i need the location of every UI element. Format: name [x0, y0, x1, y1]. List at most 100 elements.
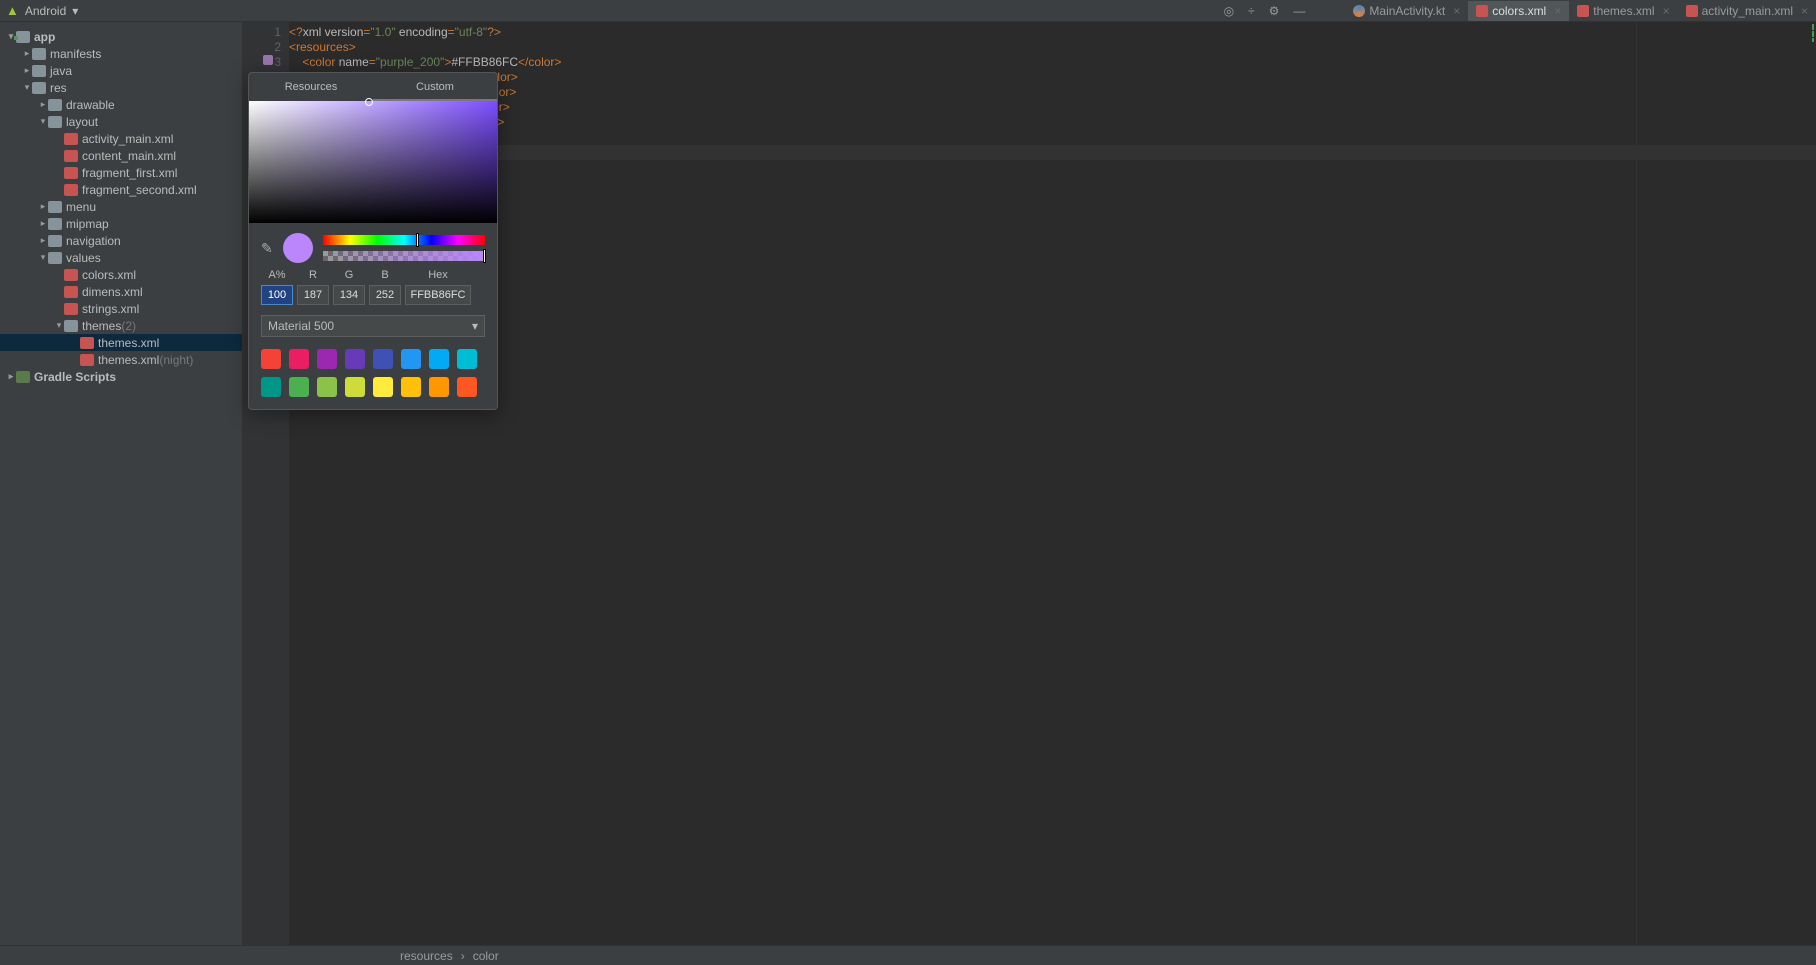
- editor-minimap[interactable]: [1636, 22, 1816, 945]
- xml-file-icon: [64, 167, 78, 179]
- tree-node[interactable]: fragment_first.xml: [0, 164, 242, 181]
- xml-file-icon: [64, 150, 78, 162]
- tree-node[interactable]: ▾themes (2): [0, 317, 242, 334]
- red-input[interactable]: [297, 285, 329, 305]
- blue-input[interactable]: [369, 285, 401, 305]
- editor-tab[interactable]: themes.xml ×: [1569, 1, 1677, 21]
- chevron-down-icon[interactable]: ▾: [72, 4, 78, 18]
- tab-label: colors.xml: [1492, 4, 1546, 18]
- palette-swatch[interactable]: [261, 349, 281, 369]
- expand-arrow-icon[interactable]: ▸: [38, 235, 48, 246]
- palette-swatch[interactable]: [401, 349, 421, 369]
- tree-node[interactable]: ▸java: [0, 62, 242, 79]
- code-line[interactable]: eal_200">#FF03DAC5</color>: [289, 100, 1816, 115]
- expand-arrow-icon[interactable]: ▸: [38, 99, 48, 110]
- tree-node[interactable]: fragment_second.xml: [0, 181, 242, 198]
- saturation-cursor[interactable]: [365, 98, 373, 106]
- expand-arrow-icon[interactable]: ▸: [22, 48, 32, 59]
- editor-tab[interactable]: activity_main.xml×: [1678, 1, 1816, 21]
- close-icon[interactable]: ×: [1554, 4, 1561, 18]
- code-line[interactable]: eal_700">#FF018786</color>: [289, 115, 1816, 130]
- eyedropper-icon[interactable]: ✎: [261, 240, 273, 257]
- green-input[interactable]: [333, 285, 365, 305]
- palette-dropdown[interactable]: Material 500 ▾: [261, 315, 485, 337]
- breadcrumb-item[interactable]: color: [473, 949, 499, 963]
- divider-icon[interactable]: ÷: [1248, 4, 1255, 18]
- custom-tab[interactable]: Custom: [373, 73, 497, 101]
- close-icon[interactable]: ×: [1801, 4, 1808, 18]
- palette-swatch[interactable]: [345, 377, 365, 397]
- palette-swatch[interactable]: [373, 349, 393, 369]
- saturation-brightness-field[interactable]: [249, 101, 497, 223]
- palette-swatch[interactable]: [457, 377, 477, 397]
- tree-node[interactable]: themes.xml: [0, 334, 242, 351]
- expand-arrow-icon[interactable]: ▸: [6, 371, 16, 382]
- close-icon[interactable]: ×: [1453, 4, 1460, 18]
- expand-arrow-icon[interactable]: ▸: [38, 218, 48, 229]
- palette-swatch[interactable]: [345, 349, 365, 369]
- gear-icon[interactable]: ⚙: [1269, 4, 1280, 18]
- expand-arrow-icon[interactable]: ▾: [38, 116, 48, 127]
- alpha-input[interactable]: [261, 285, 293, 305]
- code-line[interactable]: urple_500">#FF6200EE</color>: [289, 70, 1816, 85]
- code-line[interactable]: <?xml version="1.0" encoding="utf-8"?>: [289, 25, 1816, 40]
- color-gutter-icon[interactable]: [263, 55, 273, 65]
- target-icon[interactable]: ◎: [1224, 4, 1234, 18]
- palette-swatch[interactable]: [401, 377, 421, 397]
- tree-node[interactable]: dimens.xml: [0, 283, 242, 300]
- tree-node[interactable]: ▸mipmap: [0, 215, 242, 232]
- project-view-selector[interactable]: Android: [25, 4, 66, 18]
- palette-swatch[interactable]: [289, 377, 309, 397]
- palette-swatch[interactable]: [261, 377, 281, 397]
- current-color-swatch: [283, 233, 313, 263]
- tree-node[interactable]: ▸Gradle Scripts: [0, 368, 242, 385]
- tree-node[interactable]: ▸navigation: [0, 232, 242, 249]
- expand-arrow-icon[interactable]: ▾: [22, 82, 32, 93]
- expand-arrow-icon[interactable]: ▾: [38, 252, 48, 263]
- tree-node[interactable]: ▸ manifests: [0, 45, 242, 62]
- palette-swatch[interactable]: [373, 377, 393, 397]
- code-line[interactable]: hite">#FFFFFFFF</color>: [289, 145, 1816, 160]
- alpha-slider[interactable]: [323, 251, 485, 261]
- tree-node[interactable]: ▾values: [0, 249, 242, 266]
- tree-node[interactable]: ▾app: [0, 28, 242, 45]
- tree-node[interactable]: themes.xml (night): [0, 351, 242, 368]
- resources-tab[interactable]: Resources: [249, 73, 373, 101]
- palette-swatch[interactable]: [317, 349, 337, 369]
- project-tree[interactable]: ▾app ▸ manifests▸java▾res▸drawable▾layouta…: [0, 22, 243, 945]
- hue-slider[interactable]: [323, 235, 485, 245]
- minimize-icon[interactable]: —: [1293, 4, 1305, 18]
- tree-node[interactable]: colors.xml: [0, 266, 242, 283]
- palette-swatch[interactable]: [289, 349, 309, 369]
- breadcrumb-separator: ›: [461, 949, 465, 963]
- tree-node[interactable]: activity_main.xml: [0, 130, 242, 147]
- palette-swatch[interactable]: [317, 377, 337, 397]
- tree-node[interactable]: ▸menu: [0, 198, 242, 215]
- code-line[interactable]: urple_700">#FF3700B3</color>: [289, 85, 1816, 100]
- code-line[interactable]: <color name="purple_200">#FFBB86FC</colo…: [289, 55, 1816, 70]
- hue-handle[interactable]: [416, 233, 419, 247]
- tree-node[interactable]: strings.xml: [0, 300, 242, 317]
- code-line[interactable]: lack">#FF000000</color>: [289, 130, 1816, 145]
- palette-swatch[interactable]: [457, 349, 477, 369]
- xml-file-icon: [64, 184, 78, 196]
- tree-node[interactable]: content_main.xml: [0, 147, 242, 164]
- hex-input[interactable]: [405, 285, 471, 305]
- code-line[interactable]: <resources>: [289, 40, 1816, 55]
- tree-node-label: manifests: [50, 47, 101, 61]
- close-icon[interactable]: ×: [1663, 4, 1670, 18]
- alpha-handle[interactable]: [483, 249, 486, 263]
- folder-icon: [32, 48, 46, 60]
- tree-node[interactable]: ▾layout: [0, 113, 242, 130]
- editor-tab[interactable]: MainActivity.kt×: [1345, 1, 1468, 21]
- editor-tab[interactable]: colors.xml ×: [1468, 1, 1569, 21]
- expand-arrow-icon[interactable]: ▸: [22, 65, 32, 76]
- tree-node[interactable]: ▾res: [0, 79, 242, 96]
- palette-swatch[interactable]: [429, 349, 449, 369]
- expand-arrow-icon[interactable]: ▸: [38, 201, 48, 212]
- tab-label: themes.xml: [1593, 4, 1654, 18]
- palette-swatch[interactable]: [429, 377, 449, 397]
- expand-arrow-icon[interactable]: ▾: [54, 320, 64, 331]
- tree-node[interactable]: ▸drawable: [0, 96, 242, 113]
- breadcrumb-item[interactable]: resources: [400, 949, 453, 963]
